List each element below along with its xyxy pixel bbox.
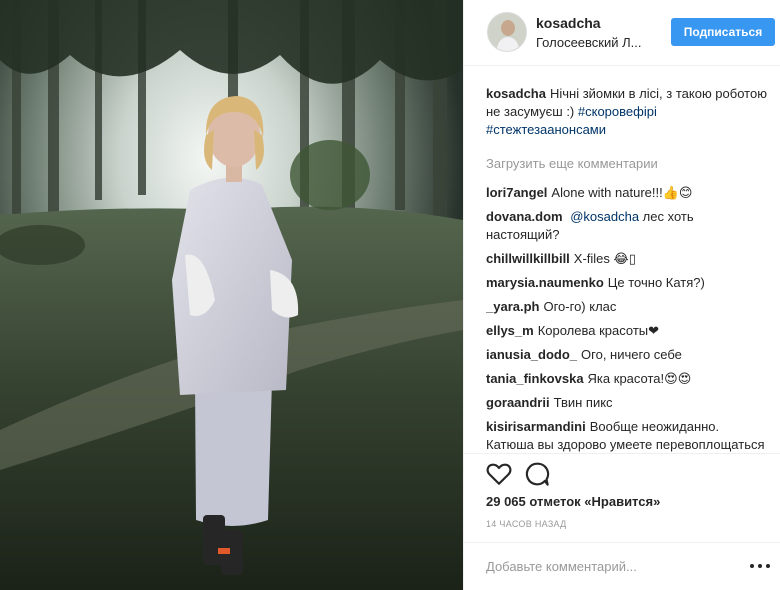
comment-item: _yara.ph Ого-го) клас bbox=[486, 298, 768, 316]
add-comment-input[interactable] bbox=[486, 553, 716, 579]
comment-text: Яка красота!😍😍 bbox=[587, 371, 692, 386]
dot bbox=[758, 564, 762, 568]
post-header: kosadcha Голосеевский Л... Подписаться bbox=[464, 0, 780, 66]
comment-username[interactable]: ianusia_dodo_ bbox=[486, 347, 577, 362]
comment-username[interactable]: dovana.dom bbox=[486, 209, 563, 224]
location-link[interactable]: Голосеевский Л... bbox=[536, 35, 642, 50]
comment-icon[interactable] bbox=[524, 461, 550, 487]
comment-username[interactable]: marysia.naumenko bbox=[486, 275, 604, 290]
heart-icon[interactable] bbox=[486, 461, 512, 487]
post-caption: kosadcha Нічні зйомки в лісі, з такою роб… bbox=[486, 85, 768, 139]
comment-item: marysia.naumenko Це точно Катя?) bbox=[486, 274, 768, 292]
comment-text: Ого, ничего себе bbox=[581, 347, 682, 362]
comment-username[interactable]: chillwillkillbill bbox=[486, 251, 570, 266]
comment-text: Королева красоты❤ bbox=[537, 323, 660, 338]
comment-item: tania_finkovska Яка красота!😍😍 bbox=[486, 370, 768, 388]
comment-text: X-files 😂▯ bbox=[573, 251, 636, 266]
hashtag-link[interactable]: #скоровефірі bbox=[578, 104, 657, 119]
follow-button[interactable]: Подписаться bbox=[671, 18, 775, 46]
post-side-panel: kosadcha Голосеевский Л... Подписаться k… bbox=[463, 0, 780, 590]
comment-item: dovana.dom @kosadcha лес хоть настоящий? bbox=[486, 208, 768, 244]
comment-username[interactable]: goraandrii bbox=[486, 395, 550, 410]
author-block: kosadcha Голосеевский Л... bbox=[536, 15, 642, 50]
load-more-comments-link[interactable]: Загрузить еще комментарии bbox=[486, 155, 768, 173]
forest-scene-image bbox=[0, 0, 463, 590]
comment-text: Ого-го) клас bbox=[543, 299, 617, 314]
comment-username[interactable]: lori7angel bbox=[486, 185, 547, 200]
comments-list[interactable]: kosadcha Нічні зйомки в лісі, з такою роб… bbox=[486, 85, 768, 453]
post-photo[interactable] bbox=[0, 0, 463, 590]
dot bbox=[766, 564, 770, 568]
likes-count[interactable]: 29 065 отметок «Нравится» bbox=[486, 494, 660, 509]
dot bbox=[750, 564, 754, 568]
post-actions bbox=[464, 453, 780, 491]
comment-item: ellys_m Королева красоты❤ bbox=[486, 322, 768, 340]
comment-username[interactable]: _yara.ph bbox=[486, 299, 539, 314]
comment-text: Це точно Катя?) bbox=[607, 275, 705, 290]
instagram-post: kosadcha Голосеевский Л... Подписаться k… bbox=[0, 0, 780, 590]
avatar-image bbox=[488, 13, 526, 51]
comment-username[interactable]: kisirisarmandini bbox=[486, 419, 586, 434]
comment-item: kisirisarmandini Вообще неожиданно. Катюш… bbox=[486, 418, 768, 453]
comment-username[interactable]: ellys_m bbox=[486, 323, 534, 338]
comment-item: lori7angel Alone with nature!!!👍😊 bbox=[486, 184, 768, 202]
more-options-icon[interactable] bbox=[750, 557, 770, 575]
hashtag-link[interactable]: #стежтезаанонсами bbox=[486, 122, 606, 137]
caption-username[interactable]: kosadcha bbox=[486, 86, 546, 101]
author-username[interactable]: kosadcha bbox=[536, 15, 642, 31]
add-comment-section bbox=[464, 542, 780, 590]
comment-item: ianusia_dodo_ Ого, ничего себе bbox=[486, 346, 768, 364]
avatar[interactable] bbox=[487, 12, 527, 52]
comment-text: Твин пикс bbox=[553, 395, 613, 410]
comment-username[interactable]: tania_finkovska bbox=[486, 371, 584, 386]
comment-text: Alone with nature!!!👍😊 bbox=[551, 185, 693, 200]
comment-item: chillwillkillbill X-files 😂▯ bbox=[486, 250, 768, 268]
post-timestamp[interactable]: 14 часов назад bbox=[486, 519, 567, 529]
mention-link[interactable]: @kosadcha bbox=[570, 209, 639, 224]
comment-item: goraandrii Твин пикс bbox=[486, 394, 768, 412]
